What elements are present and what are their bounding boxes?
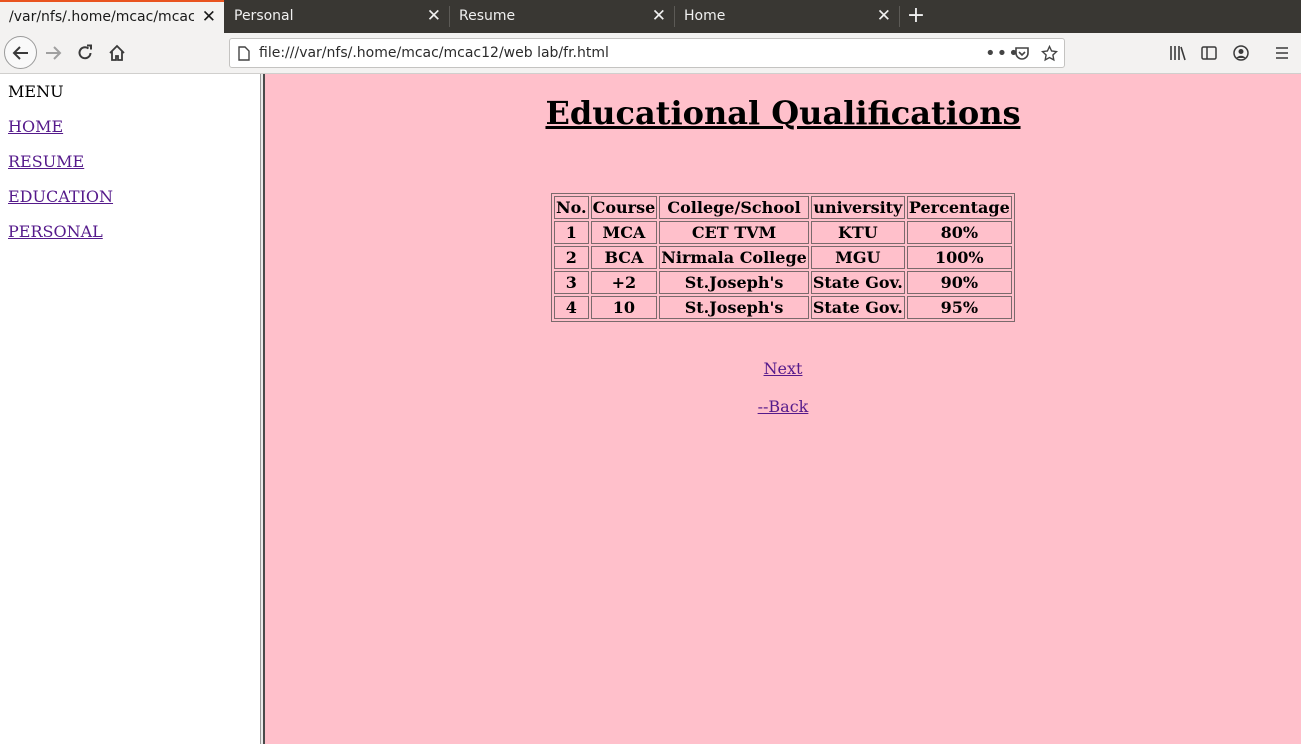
menu-link-education[interactable]: EDUCATION — [8, 187, 113, 206]
table-row: 2 BCA Nirmala College MGU 100% — [554, 246, 1012, 269]
menu-title: MENU — [8, 82, 64, 101]
close-icon[interactable]: ✕ — [877, 0, 891, 33]
next-link-wrapper: Next — [265, 359, 1301, 378]
table-cell: State Gov. — [810, 271, 905, 294]
tab-separator — [899, 6, 900, 27]
bookmark-star-icon[interactable] — [1041, 39, 1058, 67]
home-icon — [109, 44, 125, 61]
hamburger-menu-icon[interactable] — [1267, 33, 1297, 73]
tab-title: Home — [684, 8, 726, 24]
table-row: 3 +2 St.Joseph's State Gov. 90% — [554, 271, 1012, 294]
table-cell: KTU — [810, 221, 905, 244]
table-cell: MCA — [590, 221, 658, 244]
reload-button[interactable] — [70, 33, 100, 73]
url-bar[interactable]: file:///var/nfs/.home/mcac/mcac12/web la… — [229, 38, 1065, 68]
menu-link-personal[interactable]: PERSONAL — [8, 222, 103, 241]
tab-personal[interactable]: Personal ✕ — [225, 0, 449, 33]
table-cell: +2 — [590, 271, 658, 294]
forward-arrow-icon — [46, 46, 62, 60]
table-row: 4 10 St.Joseph's State Gov. 95% — [554, 296, 1012, 319]
tab-title: Personal — [234, 8, 294, 24]
table-cell: 1 — [554, 221, 589, 244]
table-cell: 100% — [906, 246, 1012, 269]
tab-resume[interactable]: Resume ✕ — [450, 0, 674, 33]
back-link-wrapper: --Back — [265, 397, 1301, 416]
page-icon — [238, 46, 250, 61]
back-link[interactable]: --Back — [758, 397, 809, 416]
tab-fr-html[interactable]: /var/nfs/.home/mcac/mcac ✕ — [0, 0, 224, 33]
page-title: Educational Qualifications — [545, 94, 1021, 132]
close-icon[interactable]: ✕ — [652, 0, 666, 33]
table-cell: CET TVM — [659, 221, 809, 244]
close-icon[interactable]: ✕ — [427, 0, 441, 33]
qualifications-table: No. Course College/School university Per… — [551, 193, 1015, 322]
tab-title: Resume — [459, 8, 516, 24]
table-cell: St.Joseph's — [659, 271, 809, 294]
table-cell: 10 — [590, 296, 658, 319]
forward-button[interactable] — [38, 33, 68, 73]
table-cell: 4 — [554, 296, 589, 319]
table-header-row: No. Course College/School university Per… — [554, 196, 1012, 219]
url-text[interactable]: file:///var/nfs/.home/mcac/mcac12/web la… — [259, 39, 609, 67]
back-arrow-icon — [12, 45, 28, 60]
menu-link-resume[interactable]: RESUME — [8, 152, 84, 171]
tab-title: /var/nfs/.home/mcac/mcac — [9, 9, 194, 25]
home-button[interactable] — [102, 33, 132, 73]
table-cell: 90% — [906, 271, 1012, 294]
column-header: Course — [590, 196, 658, 219]
table-cell: 3 — [554, 271, 589, 294]
table-cell: 2 — [554, 246, 589, 269]
table-cell: 80% — [906, 221, 1012, 244]
account-icon[interactable] — [1226, 33, 1256, 73]
table-row: 1 MCA CET TVM KTU 80% — [554, 221, 1012, 244]
table-cell: MGU — [810, 246, 905, 269]
pocket-icon[interactable] — [1014, 39, 1030, 67]
column-header: College/School — [659, 196, 809, 219]
tab-home[interactable]: Home ✕ — [675, 0, 899, 33]
table-cell: State Gov. — [810, 296, 905, 319]
table-cell: BCA — [590, 246, 658, 269]
next-link[interactable]: Next — [764, 359, 803, 378]
column-header: Percentage — [906, 196, 1012, 219]
nav-toolbar: file:///var/nfs/.home/mcac/mcac12/web la… — [0, 33, 1301, 74]
new-tab-icon[interactable]: + — [905, 0, 927, 33]
column-header: university — [810, 196, 905, 219]
menu-link-home[interactable]: HOME — [8, 117, 63, 136]
menu-frame: MENU HOME RESUME EDUCATION PERSONAL — [0, 74, 260, 744]
content-frame: Educational Qualifications No. Course Co… — [265, 74, 1301, 744]
back-button[interactable] — [4, 36, 37, 69]
close-icon[interactable]: ✕ — [202, 2, 216, 33]
library-icon[interactable] — [1163, 33, 1193, 73]
sidebar-toggle-icon[interactable] — [1194, 33, 1224, 73]
table-cell: Nirmala College — [659, 246, 809, 269]
tab-strip: /var/nfs/.home/mcac/mcac ✕ Personal ✕ Re… — [0, 0, 1301, 33]
reload-icon — [78, 44, 92, 60]
table-cell: 95% — [906, 296, 1012, 319]
column-header: No. — [554, 196, 589, 219]
table-cell: St.Joseph's — [659, 296, 809, 319]
